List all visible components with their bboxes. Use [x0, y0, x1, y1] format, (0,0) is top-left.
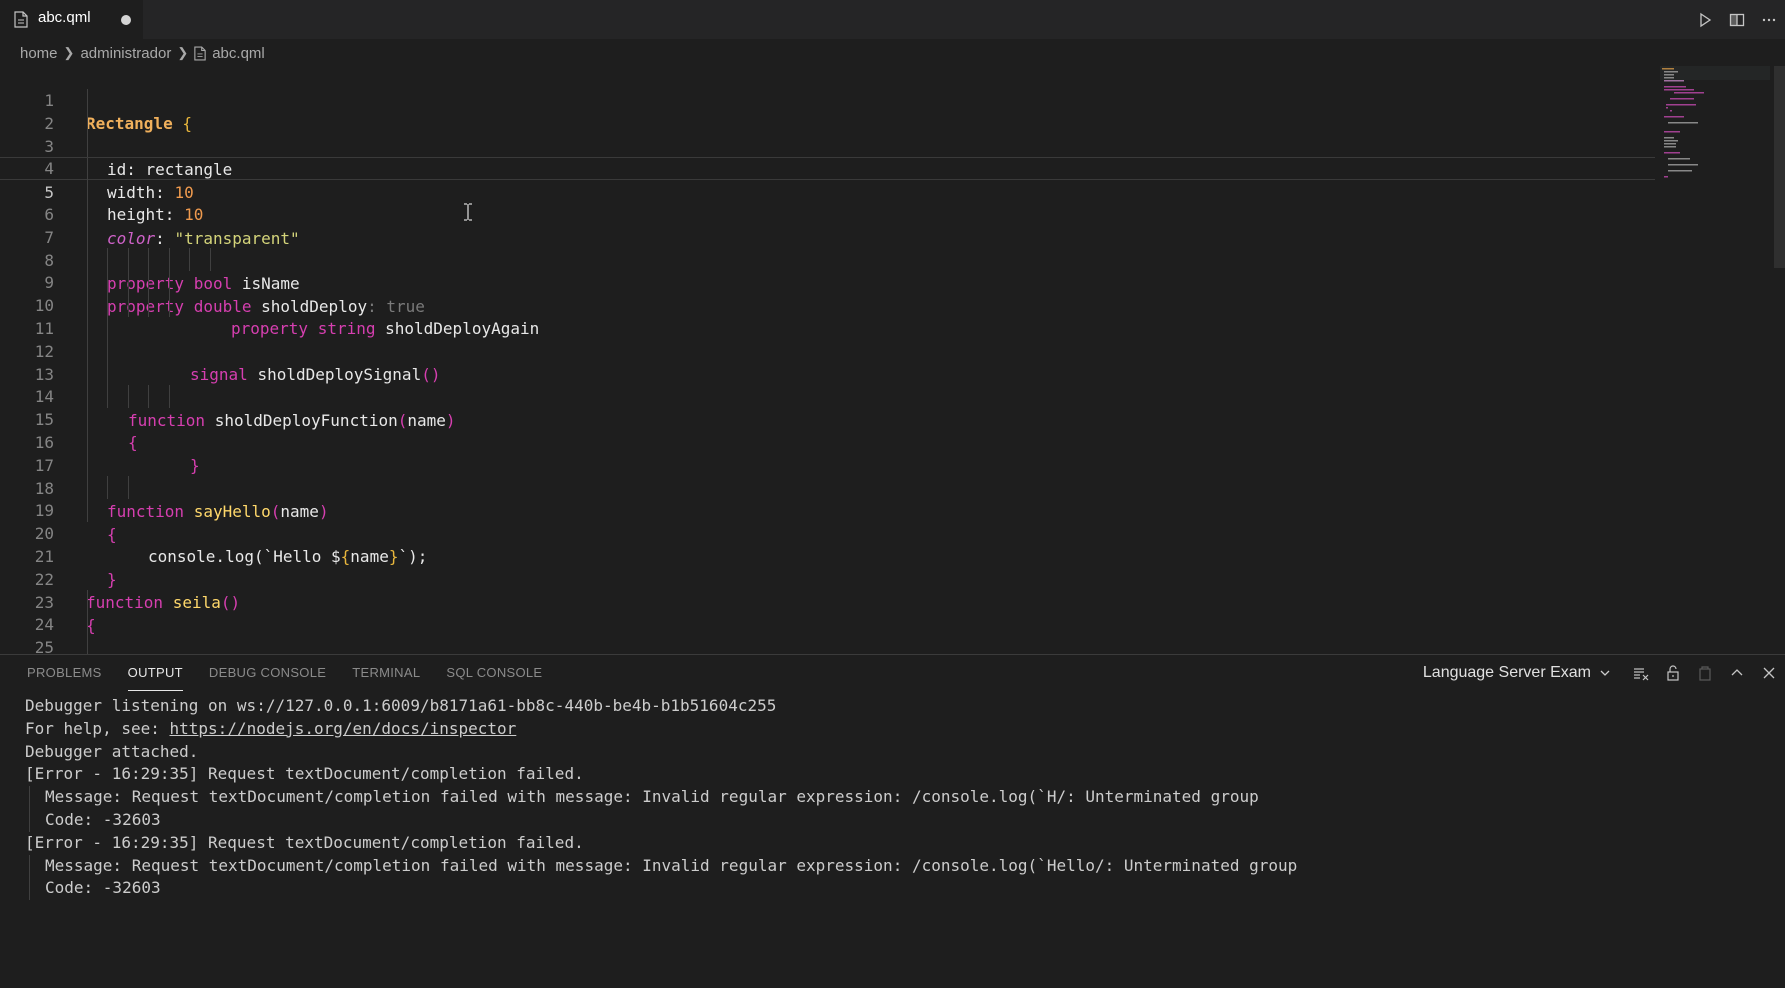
code-line[interactable]: 7 property bool isName [0, 202, 1655, 293]
code-line[interactable]: 22 function seila() [0, 545, 1655, 612]
code-line[interactable]: 3 width: 10 [0, 111, 1655, 202]
tab-debug-console[interactable]: DEBUG CONSOLE [196, 655, 339, 691]
chevron-down-icon [1600, 670, 1610, 676]
more-actions-icon [1762, 18, 1776, 21]
code-editor[interactable]: 1 Rectangle { 2 id: rectangle 3 width: 1… [0, 66, 1785, 654]
code-line[interactable]: 19 console.log(`Hello ${name}`); [0, 476, 1655, 566]
tab-problems[interactable]: PROBLEMS [14, 655, 115, 691]
chevron-up-icon [1731, 669, 1743, 676]
code-line[interactable]: 21 [0, 522, 1655, 566]
more-actions-button[interactable] [1753, 0, 1785, 39]
code-line[interactable]: 26 rectangle [0, 636, 1655, 654]
code-line[interactable]: 8 property double sholdDeploy: true [0, 225, 1655, 316]
close-icon [1763, 667, 1775, 679]
code-line[interactable]: 16 [0, 408, 1655, 452]
code-line[interactable]: 9 property string sholdDeployAgain [0, 248, 1655, 338]
code-line[interactable]: 20 } [0, 499, 1655, 589]
breadcrumb-administrador[interactable]: administrador [80, 45, 171, 62]
vertical-scrollbar[interactable] [1774, 66, 1785, 268]
tab-terminal[interactable]: TERMINAL [339, 655, 433, 691]
code-line[interactable]: 11 signal sholdDeploySignal() [0, 294, 1655, 384]
code-line[interactable]: 6 [0, 180, 1655, 224]
code-line[interactable]: 13 function sholdDeployFunction(name) [0, 339, 1655, 430]
open-output-in-editor-button[interactable] [1689, 655, 1721, 691]
output-channel-label: Language Server Exam [1422, 664, 1591, 681]
unlock-icon [1667, 665, 1679, 681]
code-line[interactable]: 1 Rectangle { [0, 66, 1655, 133]
code-line[interactable]: 2 id: rectangle [0, 88, 1655, 179]
clear-output-icon [1634, 668, 1649, 681]
tab-sql-console[interactable]: SQL CONSOLE [433, 655, 555, 691]
text-cursor-icon [464, 203, 472, 221]
output-line: Code: -32603 [25, 808, 1297, 832]
output-line: For help, see: https://nodejs.org/en/doc… [25, 718, 1297, 741]
code-line[interactable]: 4 height: 10 [0, 134, 1655, 224]
code-line[interactable]: 23 { [0, 568, 1655, 635]
code-line[interactable]: 25 sholdDeploy [0, 613, 1655, 654]
chevron-right-icon: ❯ [63, 45, 75, 60]
lock-scroll-button[interactable] [1657, 655, 1689, 691]
code-line[interactable]: 15 } [0, 385, 1655, 475]
file-icon [194, 46, 206, 60]
copy-icon [1699, 666, 1711, 681]
output-text: For help, see: [25, 718, 170, 738]
output-line: [Error - 16:29:35] Request textDocument/… [25, 764, 584, 784]
clear-output-button[interactable] [1625, 655, 1657, 691]
chevron-right-icon: ❯ [177, 45, 189, 60]
run-button[interactable] [1689, 0, 1721, 39]
code-line-current[interactable]: 5 color: "transparent" [0, 157, 1655, 248]
code-line[interactable]: 18 { [0, 453, 1655, 544]
close-panel-button[interactable] [1753, 655, 1785, 691]
output-line: Message: Request textDocument/completion… [25, 854, 1297, 878]
breadcrumb-home[interactable]: home [20, 45, 58, 62]
code-line[interactable]: 17 function sayHello(name) [0, 430, 1655, 521]
output-channel-select[interactable]: Language Server Exam [1423, 664, 1611, 682]
maximize-panel-button[interactable] [1721, 655, 1753, 691]
split-editor-icon [1729, 13, 1745, 26]
breadcrumb-file-label: abc.qml [212, 44, 265, 62]
breadcrumb-file[interactable]: abc.qml [194, 45, 265, 62]
editor-tab-abc-qml[interactable]: abc.qml [0, 0, 143, 39]
editor-tab-bar: abc.qml [0, 0, 1785, 39]
output-line: Debugger listening on ws://127.0.0.1:600… [25, 696, 777, 715]
panel-tabs: PROBLEMS OUTPUT DEBUG CONSOLE TERMINAL S… [0, 655, 555, 691]
unsaved-changes-dot-icon[interactable] [121, 15, 131, 25]
minimap[interactable] [1660, 66, 1770, 186]
output-line: Message: Request textDocument/completion… [25, 786, 1297, 809]
output-line: [Error - 16:29:35] Request textDocument/… [25, 832, 584, 852]
output-line: Code: -32603 [25, 877, 1297, 901]
run-icon [1700, 12, 1712, 27]
bottom-panel: PROBLEMS OUTPUT DEBUG CONSOLE TERMINAL S… [0, 654, 1785, 988]
split-editor-button[interactable] [1721, 0, 1753, 39]
code-line[interactable]: 24 isName [0, 590, 1655, 634]
code-line[interactable]: 12 [0, 316, 1655, 361]
tab-label: abc.qml [38, 9, 91, 26]
code-line[interactable]: 10 [0, 271, 1655, 315]
file-icon [14, 11, 28, 28]
output-line: Debugger attached. [25, 741, 199, 761]
code-line[interactable]: 14 { [0, 362, 1655, 452]
breadcrumb: home ❯ administrador ❯ abc.qml [20, 42, 265, 64]
output-log[interactable]: Debugger listening on ws://127.0.0.1:600… [25, 695, 1297, 901]
tab-output[interactable]: OUTPUT [115, 655, 196, 691]
inspector-docs-link[interactable]: https://nodejs.org/en/docs/inspector [170, 719, 517, 738]
